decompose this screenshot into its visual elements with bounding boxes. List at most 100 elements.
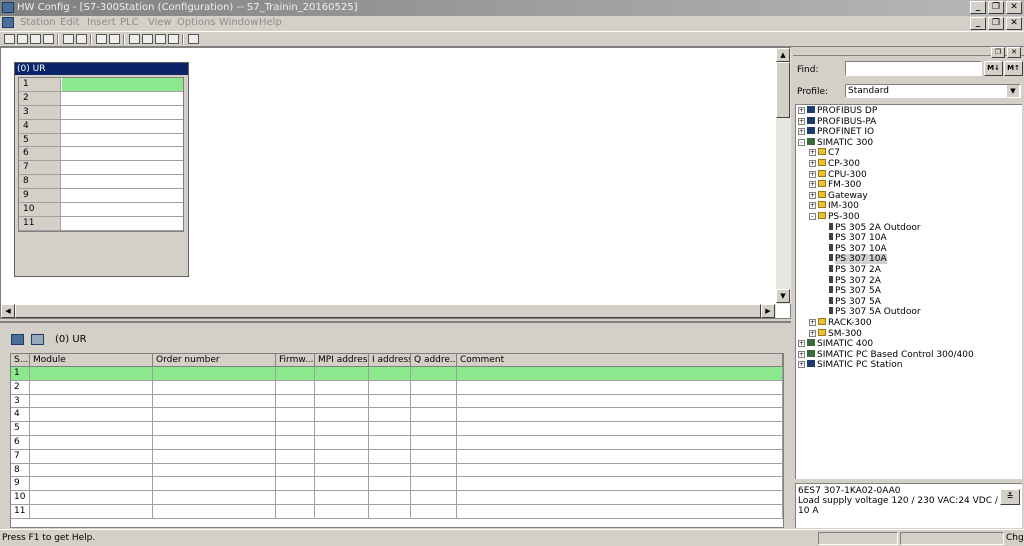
table-cell[interactable] (411, 436, 457, 449)
slot-cell[interactable]: 8 (11, 463, 30, 477)
table-cell[interactable] (315, 436, 369, 449)
slot-cell[interactable] (62, 175, 183, 188)
slot-cell[interactable]: 7 (11, 449, 30, 463)
table-cell[interactable] (30, 449, 153, 463)
info-toggle-button[interactable]: ≛ (1000, 489, 1020, 505)
expand-icon[interactable]: + (809, 202, 816, 210)
expand-icon[interactable]: + (809, 160, 816, 167)
minimize-button[interactable]: _ (970, 1, 986, 14)
table-cell[interactable] (457, 367, 783, 380)
expand-icon[interactable]: + (809, 181, 816, 189)
slot-cell[interactable] (62, 189, 183, 202)
tree-node[interactable]: PS 307 5A Outdoor (820, 307, 921, 318)
new-icon[interactable] (4, 34, 15, 44)
restore-button[interactable]: ❐ (988, 1, 1004, 14)
tree-node[interactable]: + SIMATIC 400 (798, 339, 873, 350)
table-cell[interactable] (153, 422, 276, 435)
tree-node[interactable]: + PROFIBUS-PA (798, 116, 876, 128)
table-cell[interactable] (411, 449, 457, 463)
slot-cell[interactable]: 5 (11, 422, 30, 435)
slot-cell[interactable] (62, 134, 183, 147)
scroll-thumb[interactable] (776, 62, 790, 118)
table-cell[interactable] (369, 463, 411, 477)
table-cell[interactable] (315, 394, 369, 408)
table-cell[interactable] (315, 422, 369, 435)
tree-node[interactable]: + RACK-300 (809, 318, 872, 329)
tree-node[interactable]: + Gateway (809, 190, 868, 202)
slot-cell[interactable]: 3 (11, 394, 30, 408)
table-cell[interactable] (276, 422, 315, 435)
table-cell[interactable] (457, 505, 783, 518)
table-row[interactable]: 4 (11, 408, 783, 423)
station-hscrollbar[interactable]: ◀ ▶ (1, 304, 776, 318)
save-compile-icon[interactable] (43, 34, 54, 44)
slot-cell[interactable] (62, 106, 183, 119)
table-cell[interactable] (276, 463, 315, 477)
table-row[interactable]: 3 (11, 394, 783, 409)
table-cell[interactable] (276, 380, 315, 394)
table-cell[interactable] (30, 380, 153, 394)
rack-slot[interactable]: 4 (19, 119, 183, 134)
column-header[interactable]: Q addre... (411, 354, 457, 367)
collapse-icon[interactable]: - (809, 213, 816, 220)
table-cell[interactable] (369, 408, 411, 422)
slot-cell[interactable] (62, 120, 183, 133)
table-cell[interactable] (457, 394, 783, 408)
table-row[interactable]: 7 (11, 449, 783, 464)
rack-slot[interactable]: 5 (19, 133, 183, 148)
table-cell[interactable] (153, 436, 276, 449)
table-cell[interactable] (315, 380, 369, 394)
catalog-icon[interactable] (155, 34, 166, 44)
expand-icon[interactable]: + (798, 107, 805, 114)
print-icon[interactable] (76, 34, 87, 44)
table-cell[interactable] (411, 491, 457, 504)
table-row[interactable]: 1 (11, 367, 783, 381)
find-down-button[interactable]: M↓ (984, 61, 1003, 76)
slot-cell[interactable]: 11 (11, 505, 30, 518)
table-cell[interactable] (457, 422, 783, 435)
tree-node[interactable]: + PROFIBUS DP (798, 106, 877, 117)
expand-icon[interactable]: + (798, 128, 805, 136)
column-header[interactable]: Firmw... (276, 354, 315, 367)
table-cell[interactable] (276, 367, 315, 380)
expand-icon[interactable]: + (809, 170, 816, 178)
table-cell[interactable] (153, 394, 276, 408)
menu-plc[interactable]: PLC (120, 17, 139, 28)
tree-node[interactable]: + IM-300 (809, 201, 859, 212)
table-cell[interactable] (153, 491, 276, 504)
slot-cell[interactable] (62, 78, 183, 91)
slot-cell[interactable] (62, 147, 183, 160)
scroll-right-button[interactable]: ▶ (761, 304, 775, 318)
hscroll-thumb[interactable] (15, 304, 761, 318)
table-cell[interactable] (315, 463, 369, 477)
column-header[interactable]: I address (369, 354, 411, 367)
tree-node[interactable]: PS 307 5A (820, 286, 881, 297)
slot-cell[interactable] (62, 161, 183, 174)
tree-node[interactable]: + SM-300 (809, 328, 862, 340)
rack-slot[interactable]: 9 (19, 189, 183, 204)
table-cell[interactable] (411, 505, 457, 518)
table-cell[interactable] (411, 367, 457, 380)
doc-close-button[interactable]: ✕ (1006, 17, 1022, 30)
tree-node[interactable]: PS 307 10A (820, 233, 887, 244)
table-cell[interactable] (457, 380, 783, 394)
column-header[interactable]: S... (11, 354, 30, 367)
tree-node[interactable]: PS 307 10A (820, 243, 887, 255)
table-cell[interactable] (315, 491, 369, 504)
slot-cell[interactable]: 10 (11, 491, 30, 504)
table-cell[interactable] (457, 436, 783, 449)
expand-icon[interactable]: + (809, 149, 816, 157)
menu-view[interactable]: View (148, 17, 172, 28)
expand-icon[interactable]: + (798, 340, 805, 348)
table-cell[interactable] (315, 408, 369, 422)
tree-node[interactable]: PS 307 2A (820, 265, 881, 276)
table-cell[interactable] (153, 449, 276, 463)
slot-cell[interactable]: 1 (11, 367, 30, 380)
table-row[interactable]: 11 (11, 505, 783, 519)
copy-icon[interactable] (96, 34, 107, 44)
menu-station[interactable]: Station (20, 17, 56, 28)
table-cell[interactable] (411, 477, 457, 491)
table-cell[interactable] (153, 367, 276, 380)
expand-icon[interactable]: + (809, 329, 816, 337)
tree-node[interactable]: + CP-300 (809, 159, 860, 170)
